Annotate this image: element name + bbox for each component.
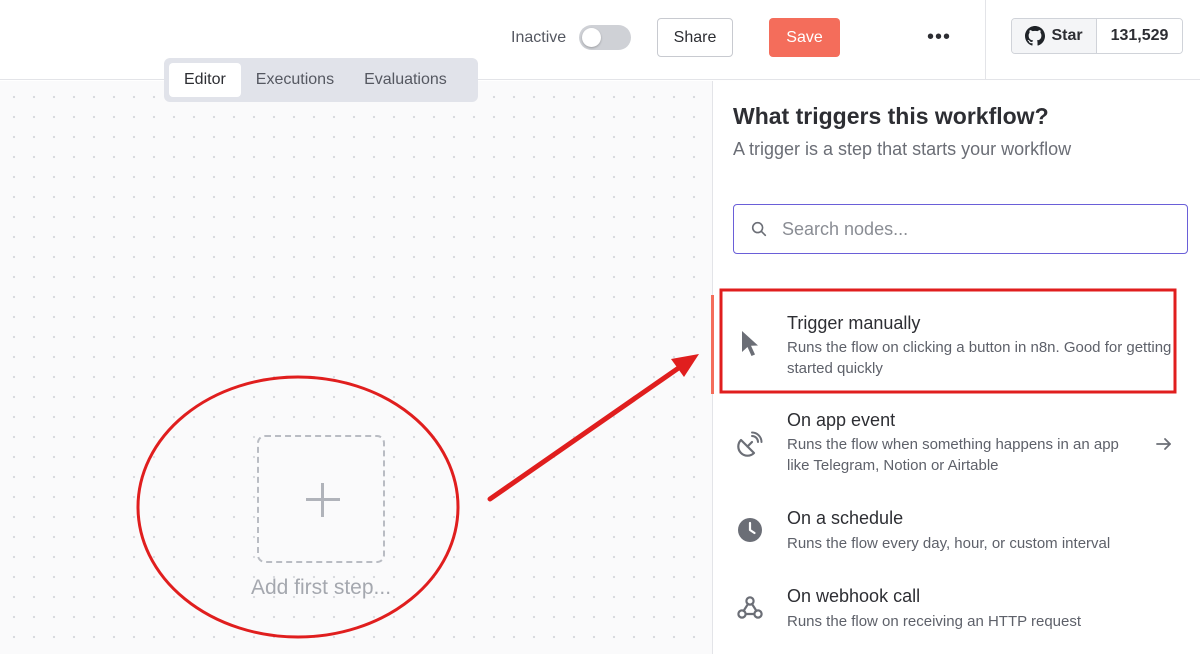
add-first-step-button[interactable]	[257, 435, 385, 563]
webhook-icon	[736, 594, 764, 622]
save-button[interactable]: Save	[769, 18, 840, 57]
trigger-option-schedule[interactable]: On a schedule Runs the flow every day, h…	[714, 500, 1200, 564]
trigger-option-app-event[interactable]: On app event Runs the flow when somethin…	[714, 398, 1200, 480]
header-divider	[985, 0, 986, 80]
trigger-option-title: On app event	[787, 410, 896, 430]
trigger-option-manual[interactable]: Trigger manually Runs the flow on clicki…	[714, 296, 1200, 392]
search-input[interactable]	[782, 205, 1172, 253]
active-toggle[interactable]	[579, 25, 631, 50]
trigger-option-description: Runs the flow on clicking a button in n8…	[787, 339, 1172, 377]
add-first-step-label: Add first step...	[250, 576, 392, 599]
trigger-option-description: Runs the flow on receiving an HTTP reque…	[787, 613, 1082, 630]
clock-icon	[736, 516, 764, 544]
toggle-knob	[582, 28, 601, 47]
trigger-option-description: Runs the flow every day, hour, or custom…	[787, 535, 1111, 552]
cursor-icon	[736, 329, 764, 357]
trigger-option-title: On a schedule	[787, 508, 904, 528]
tab-executions[interactable]: Executions	[241, 63, 349, 97]
share-button[interactable]: Share	[657, 18, 733, 57]
view-tabs: Editor Executions Evaluations	[164, 58, 478, 102]
github-star-label: Star	[1051, 27, 1083, 44]
tab-editor[interactable]: Editor	[169, 63, 241, 97]
trigger-option-webhook[interactable]: On webhook call Runs the flow on receivi…	[714, 578, 1200, 642]
arrow-right-icon	[1156, 438, 1171, 450]
github-icon	[1025, 26, 1046, 46]
tab-evaluations[interactable]: Evaluations	[349, 63, 462, 97]
active-status-label: Inactive	[511, 29, 567, 46]
github-star-count[interactable]: 131,529	[1097, 19, 1182, 53]
more-options-button[interactable]: •••	[923, 22, 955, 52]
trigger-option-title: On webhook call	[787, 586, 921, 606]
search-box	[733, 204, 1188, 254]
panel-title: What triggers this workflow?	[733, 103, 1049, 129]
github-star-group: Star 131,529	[1011, 18, 1183, 54]
search-icon	[751, 221, 767, 237]
plus-icon-vertical	[321, 483, 324, 517]
workflow-canvas[interactable]	[0, 81, 712, 654]
satellite-dish-icon	[736, 430, 764, 458]
trigger-option-title: Trigger manually	[787, 313, 921, 333]
trigger-option-description: Runs the flow when something happens in …	[787, 436, 1119, 474]
github-star-button[interactable]: Star	[1012, 19, 1097, 53]
panel-subtitle: A trigger is a step that starts your wor…	[733, 139, 1072, 159]
